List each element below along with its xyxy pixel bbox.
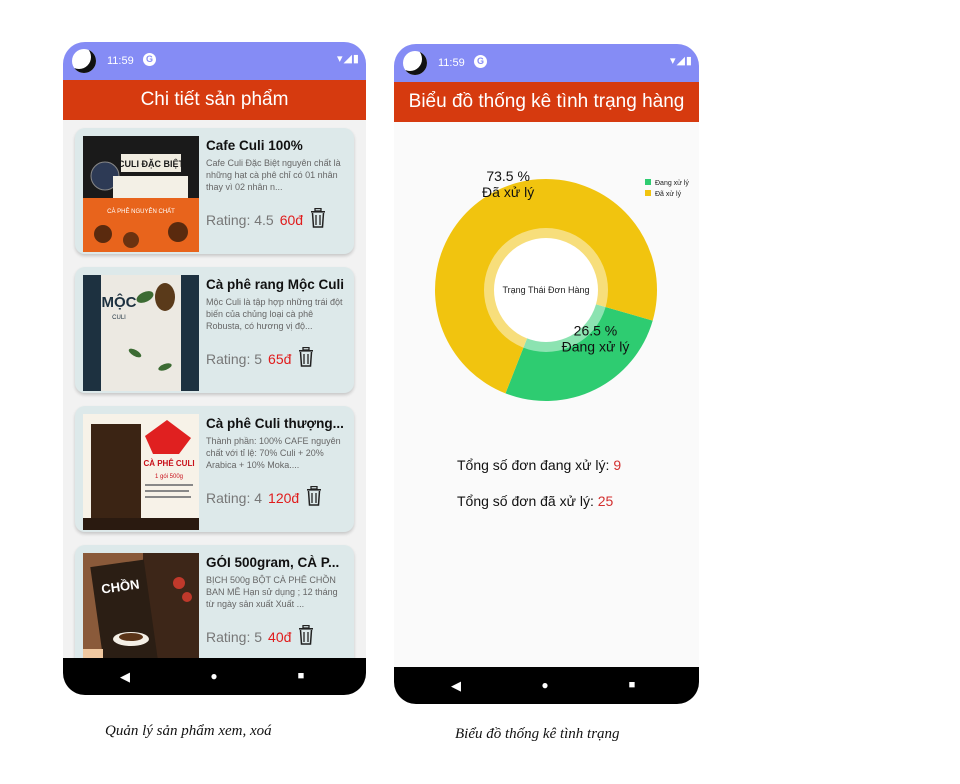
status-bar: 11:59 G ▾◢▮	[394, 44, 699, 82]
thumb-brand-text: CÀ PHÊ CULI	[143, 459, 194, 468]
legend-label: Đã xử lý	[655, 190, 682, 198]
slice-value-label: 26.5 %	[574, 323, 618, 339]
product-name: Cà phê rang Mộc Culi	[206, 277, 345, 292]
product-name: Cafe Culi 100%	[206, 138, 303, 153]
product-card[interactable]: CÀ PHÊ CULI 1 gói 500g Cà phê Culi thượn…	[75, 406, 354, 532]
chart-center-text: Trạng Thái Đơn Hàng	[503, 285, 590, 295]
product-card[interactable]: MỘC CULI Cà phê rang Mộc Culi Mộc Culi l…	[75, 267, 354, 393]
total-processed-label: Tổng số đơn đã xử lý:	[457, 493, 598, 509]
thumb-sub-text: CULI	[112, 315, 126, 321]
product-price: 40đ	[268, 629, 292, 645]
page-title: Chi tiết sản phẩm	[63, 80, 366, 120]
delete-icon[interactable]	[309, 207, 327, 233]
camera-cutout	[72, 49, 96, 73]
product-image: CHỒN	[83, 553, 199, 659]
product-image: CÀ PHÊ CULI 1 gói 500g	[83, 414, 199, 530]
caption-right: Biểu đồ thống kê tình trạng	[455, 726, 620, 742]
back-icon[interactable]: ◀	[441, 667, 471, 704]
product-image: MỘC CULI	[83, 275, 199, 391]
thumb-brand-text: MỘC	[102, 293, 137, 311]
slice-name-label: Đang xử lý	[562, 339, 630, 355]
thumb-sub-text: 1 gói 500g	[155, 474, 183, 480]
donut-chart[interactable]: Trạng Thái Đơn Hàng 26.5 %Đang xử lý73.5…	[394, 122, 699, 422]
navigation-bar: ◀ ● ■	[394, 667, 699, 704]
notification-icon: G	[143, 53, 156, 66]
product-rating: Rating: 4.5	[206, 212, 274, 228]
legend-swatch	[645, 190, 651, 196]
notification-icon: G	[474, 55, 487, 68]
product-rating: Rating: 5	[206, 351, 263, 367]
status-time: 11:59	[438, 57, 465, 69]
total-processing: Tổng số đơn đang xử lý: 9	[457, 457, 621, 473]
delete-icon[interactable]	[297, 624, 315, 650]
product-rating: Rating: 5	[206, 629, 263, 645]
chart-content: Trạng Thái Đơn Hàng 26.5 % Đang xử lý 73.5…	[394, 122, 699, 667]
product-image: CULI ĐẶC BIỆT CÀ PHÊ NGUYÊN CHẤT	[83, 136, 199, 252]
product-meta: Rating: 5 65đ	[206, 346, 315, 372]
product-list-screen: 11:59 G ▾◢▮ Chi tiết sản phẩm CULI ĐẶC B…	[63, 42, 366, 695]
total-processed-value: 25	[597, 493, 614, 509]
product-price: 120đ	[268, 490, 300, 506]
delete-icon[interactable]	[297, 346, 315, 372]
thumb-sub-text: CÀ PHÊ NGUYÊN CHẤT	[107, 207, 175, 215]
page-title: Biểu đồ thống kê tình trạng hàng	[394, 82, 699, 122]
system-icons: ▾◢▮	[336, 53, 360, 65]
product-description: Thành phần: 100% CAFE nguyên chất với tỉ…	[206, 436, 341, 470]
back-icon[interactable]: ◀	[110, 658, 140, 695]
product-price: 60đ	[279, 212, 304, 228]
product-description: BỊCH 500g BỘT CÀ PHÊ CHỒN BAN MÊ Hạn sử …	[206, 575, 338, 609]
system-icons: ▾◢▮	[669, 55, 693, 67]
slice-name-label: Đã xử lý	[482, 184, 534, 200]
total-processing-value: 9	[613, 457, 622, 473]
status-chart-screen: 11:59 G ▾◢▮ Biểu đồ thống kê tình trạng …	[394, 44, 699, 704]
product-list[interactable]: CULI ĐẶC BIỆT CÀ PHÊ NGUYÊN CHẤT Cafe Cu…	[63, 120, 366, 659]
slice-value-label: 73.5 %	[486, 168, 530, 184]
total-processing-label: Tổng số đơn đang xử lý:	[457, 457, 614, 473]
legend-label: Đang xử lý	[655, 179, 689, 187]
product-meta: Rating: 5 40đ	[206, 624, 315, 650]
product-name: Cà phê Culi thượng...	[206, 416, 344, 431]
caption-left: Quản lý sản phẩm xem, xoá	[105, 723, 272, 739]
recent-apps-icon[interactable]: ■	[286, 658, 316, 695]
thumb-brand-text: CULI ĐẶC BIỆT	[118, 158, 184, 169]
product-description: Mộc Culi là tập hợp những trái đột biến …	[206, 297, 343, 331]
navigation-bar: ◀ ● ■	[63, 658, 366, 695]
recent-apps-icon[interactable]: ■	[617, 667, 647, 704]
product-meta: Rating: 4 120đ	[206, 485, 323, 511]
product-description: Cafe Culi Đặc Biệt nguyên chất là những …	[206, 158, 341, 192]
home-icon[interactable]: ●	[530, 667, 560, 704]
legend-swatch	[645, 179, 651, 185]
product-card[interactable]: CHỒN GÓI 500gram, CÀ P... BỊCH 500g BỘT …	[75, 545, 354, 659]
status-bar: 11:59 G ▾◢▮	[63, 42, 366, 80]
product-name: GÓI 500gram, CÀ P...	[206, 555, 340, 570]
home-icon[interactable]: ●	[199, 658, 229, 695]
product-price: 65đ	[268, 351, 292, 367]
camera-cutout	[403, 51, 427, 75]
status-time: 11:59	[107, 55, 134, 67]
total-processed: Tổng số đơn đã xử lý: 25	[457, 493, 613, 509]
product-rating: Rating: 4	[206, 490, 263, 506]
delete-icon[interactable]	[305, 485, 323, 511]
product-card[interactable]: CULI ĐẶC BIỆT CÀ PHÊ NGUYÊN CHẤT Cafe Cu…	[75, 128, 354, 254]
product-meta: Rating: 4.5 60đ	[206, 207, 327, 233]
